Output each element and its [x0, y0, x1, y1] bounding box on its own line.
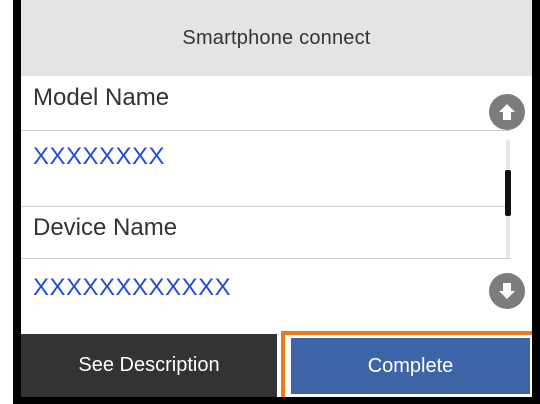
list-item-model-name-value: XXXXXXXX: [21, 130, 511, 192]
device-name-value: XXXXXXXXXXXX: [33, 274, 232, 301]
list-item-device-name-value: XXXXXXXXXXXX: [21, 258, 511, 320]
see-description-label: See Description: [78, 354, 220, 376]
bezel-bottom: [13, 397, 540, 404]
list-item-model-name: Model Name: [21, 76, 511, 138]
info-list: Model Name XXXXXXXX Device Name XXXXXXXX…: [21, 76, 532, 334]
scroll-down-button[interactable]: [489, 273, 525, 309]
model-name-label: Model Name: [33, 84, 170, 111]
bezel-right: [532, 0, 540, 404]
screen-title: Smartphone connect: [182, 26, 371, 49]
device-name-label: Device Name: [33, 214, 178, 241]
complete-label: Complete: [367, 354, 454, 377]
scroll-up-button[interactable]: [489, 94, 525, 130]
scrollbar-thumb[interactable]: [505, 170, 511, 216]
model-name-value: XXXXXXXX: [33, 143, 166, 170]
see-description-button[interactable]: See Description: [21, 334, 277, 397]
complete-button[interactable]: Complete: [291, 338, 530, 394]
arrow-up-icon: [499, 104, 515, 120]
screen-header: Smartphone connect: [21, 0, 532, 76]
arrow-down-icon: [499, 283, 515, 299]
bezel-left: [13, 0, 21, 404]
